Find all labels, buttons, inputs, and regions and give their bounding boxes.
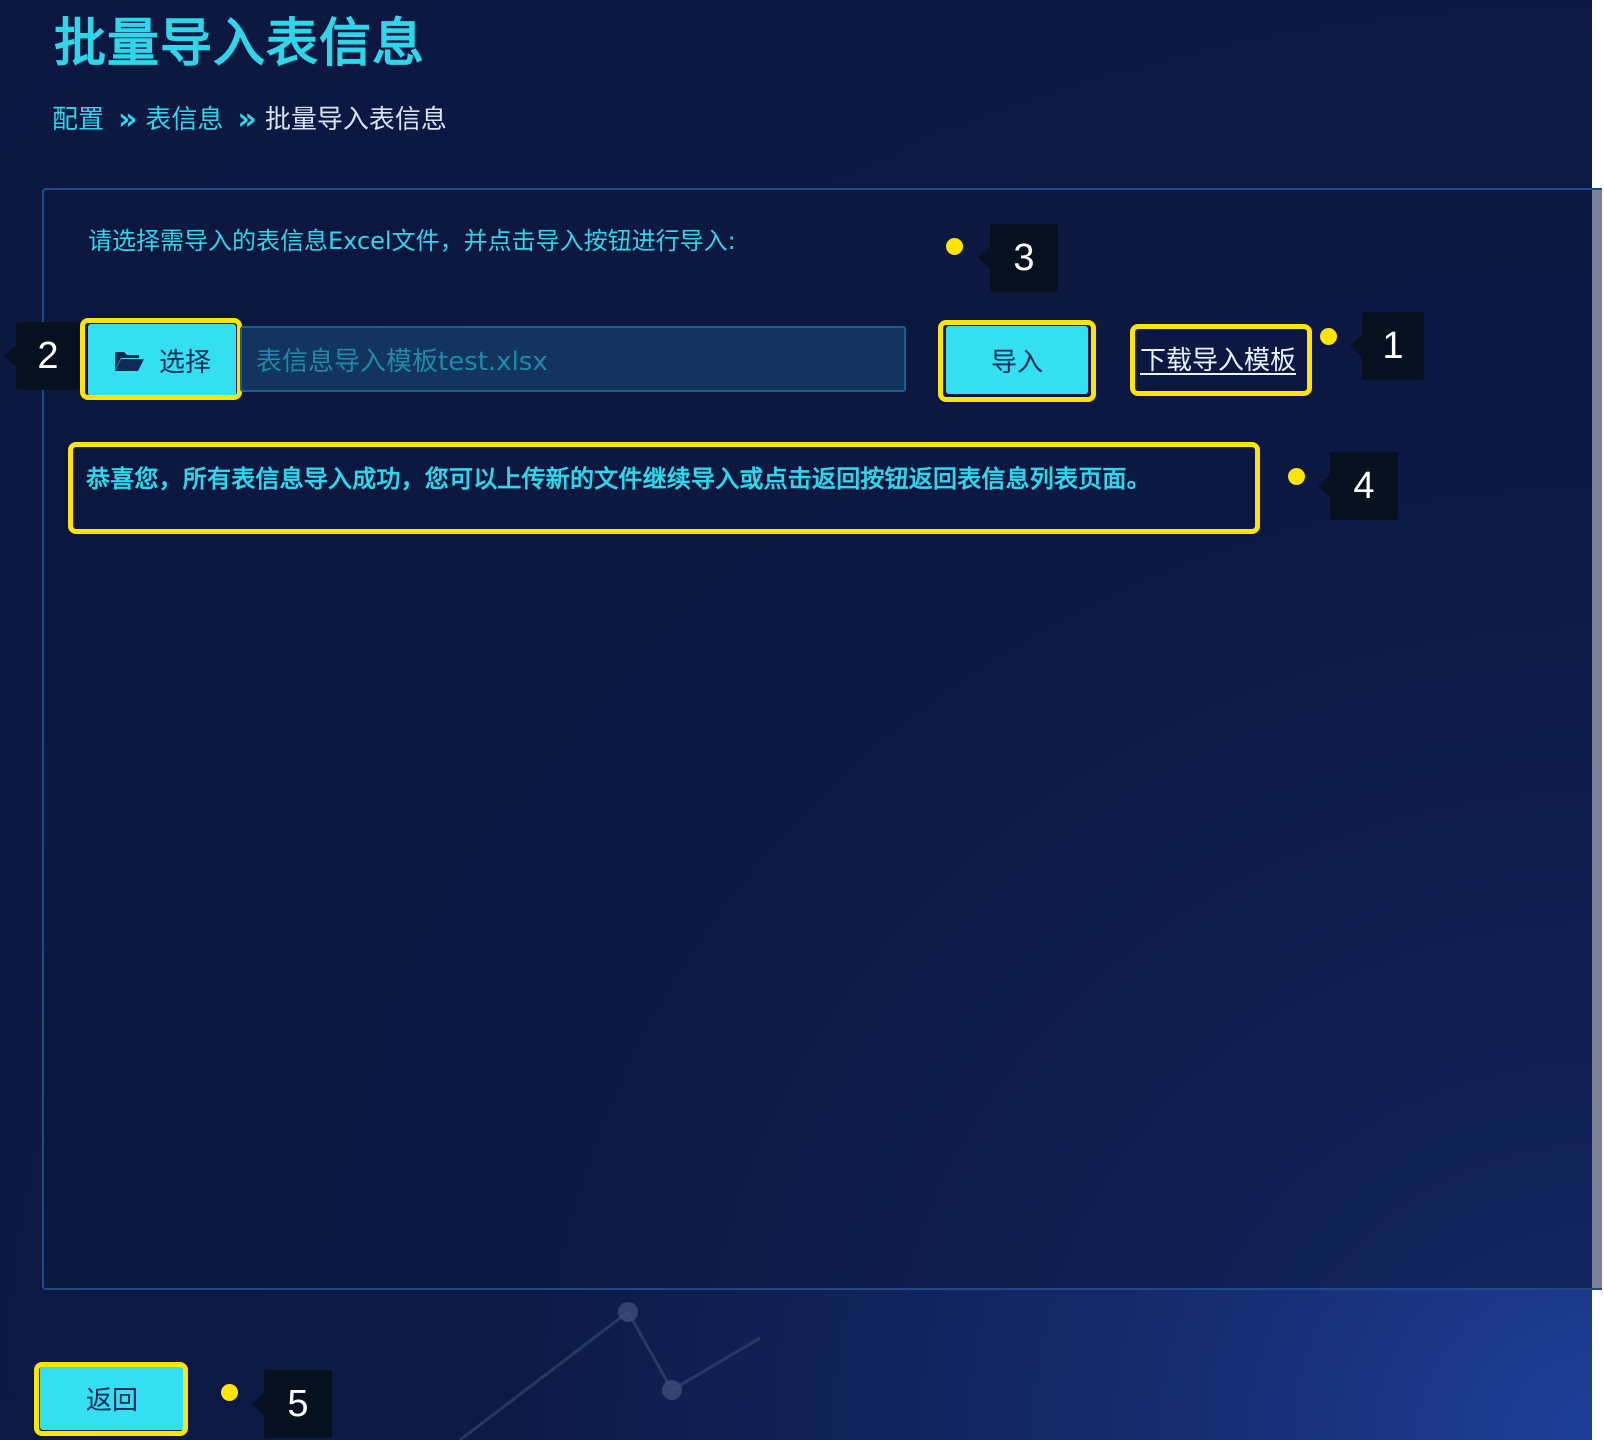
callout-dot-1 bbox=[1320, 328, 1337, 345]
callout-dot-5 bbox=[221, 1384, 238, 1401]
callout-highlight-back bbox=[34, 1362, 188, 1436]
file-path-input[interactable]: 表信息导入模板test.xlsx bbox=[240, 326, 906, 392]
breadcrumb: 配置 » 表信息 » 批量导入表信息 bbox=[52, 104, 447, 136]
callout-badge-1: 1 bbox=[1350, 312, 1424, 380]
breadcrumb-current: 批量导入表信息 bbox=[264, 105, 447, 135]
breadcrumb-separator-icon: » bbox=[237, 102, 256, 137]
breadcrumb-separator-icon: » bbox=[118, 102, 137, 137]
breadcrumb-table-info[interactable]: 表信息 bbox=[145, 104, 223, 136]
callout-highlight-message bbox=[68, 442, 1260, 534]
callout-badge-2: 2 bbox=[4, 322, 80, 390]
callout-highlight-choose bbox=[80, 318, 242, 400]
page-title: 批量导入表信息 bbox=[54, 14, 426, 74]
callout-highlight-download bbox=[1130, 324, 1312, 396]
callout-badge-5: 5 bbox=[252, 1370, 332, 1438]
import-instruction: 请选择需导入的表信息Excel文件，并点击导入按钮进行导入: bbox=[88, 227, 736, 255]
callout-dot-4 bbox=[1288, 468, 1305, 485]
callout-badge-4: 4 bbox=[1318, 452, 1398, 520]
callout-dot-3 bbox=[946, 238, 963, 255]
callout-highlight-import bbox=[938, 320, 1096, 402]
callout-badge-3: 3 bbox=[978, 224, 1058, 292]
background-decoration bbox=[459, 1302, 761, 1440]
breadcrumb-config[interactable]: 配置 bbox=[52, 104, 104, 136]
